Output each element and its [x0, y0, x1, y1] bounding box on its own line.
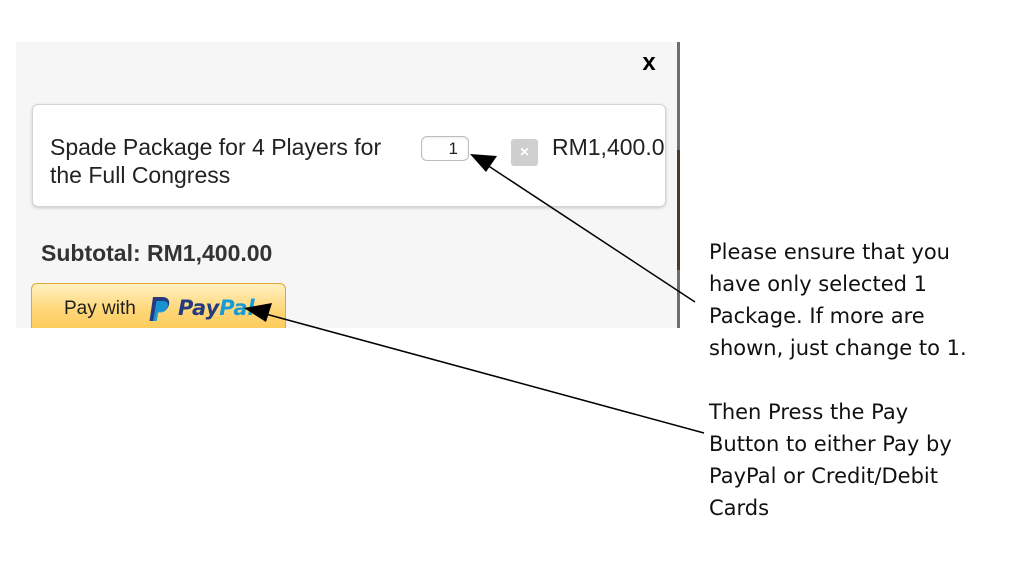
quantity-input[interactable] — [421, 136, 469, 161]
annotation-pay-note: Then Press the Pay Button to either Pay … — [709, 396, 1009, 524]
note-line: have only selected 1 — [709, 272, 927, 296]
note-line: Please ensure that you — [709, 240, 950, 264]
note-line: Then Press the Pay — [709, 400, 909, 424]
note-line: PayPal or Credit/Debit — [709, 464, 938, 488]
subtotal: Subtotal: RM1,400.00 — [41, 240, 273, 266]
item-price: RM1,400.00 — [552, 134, 666, 160]
pay-with-label: Pay with — [64, 298, 136, 319]
panel-border-shadow — [677, 150, 680, 270]
item-name-line-1: Spade Package for 4 Players for — [50, 134, 382, 160]
paypal-p-icon — [149, 297, 170, 321]
paypal-wordmark-pal: Pal — [219, 296, 255, 320]
item-name-line-2: the Full Congress — [50, 162, 231, 188]
remove-item-button[interactable]: × — [511, 139, 538, 166]
note-line: Package. If more are — [709, 304, 925, 328]
note-line: Cards — [709, 496, 770, 520]
note-line: Button to either Pay by — [709, 432, 952, 456]
cart-item: Spade Package for 4 Players for the Full… — [32, 104, 666, 207]
cart-panel: x Spade Package for 4 Players for the Fu… — [16, 42, 678, 328]
paypal-wordmark: PayPal — [178, 296, 255, 320]
annotation-quantity-note: Please ensure that you have only selecte… — [709, 236, 1009, 364]
pay-arrow-line — [261, 312, 705, 434]
paypal-wordmark-pay: Pay — [178, 296, 220, 320]
pay-with-paypal-button[interactable]: Pay with PayPal — [31, 283, 286, 328]
close-button[interactable]: x — [638, 51, 660, 75]
close-icon: × — [519, 144, 530, 161]
note-line: shown, just change to 1. — [709, 336, 967, 360]
item-name: Spade Package for 4 Players for the Full… — [50, 133, 420, 189]
